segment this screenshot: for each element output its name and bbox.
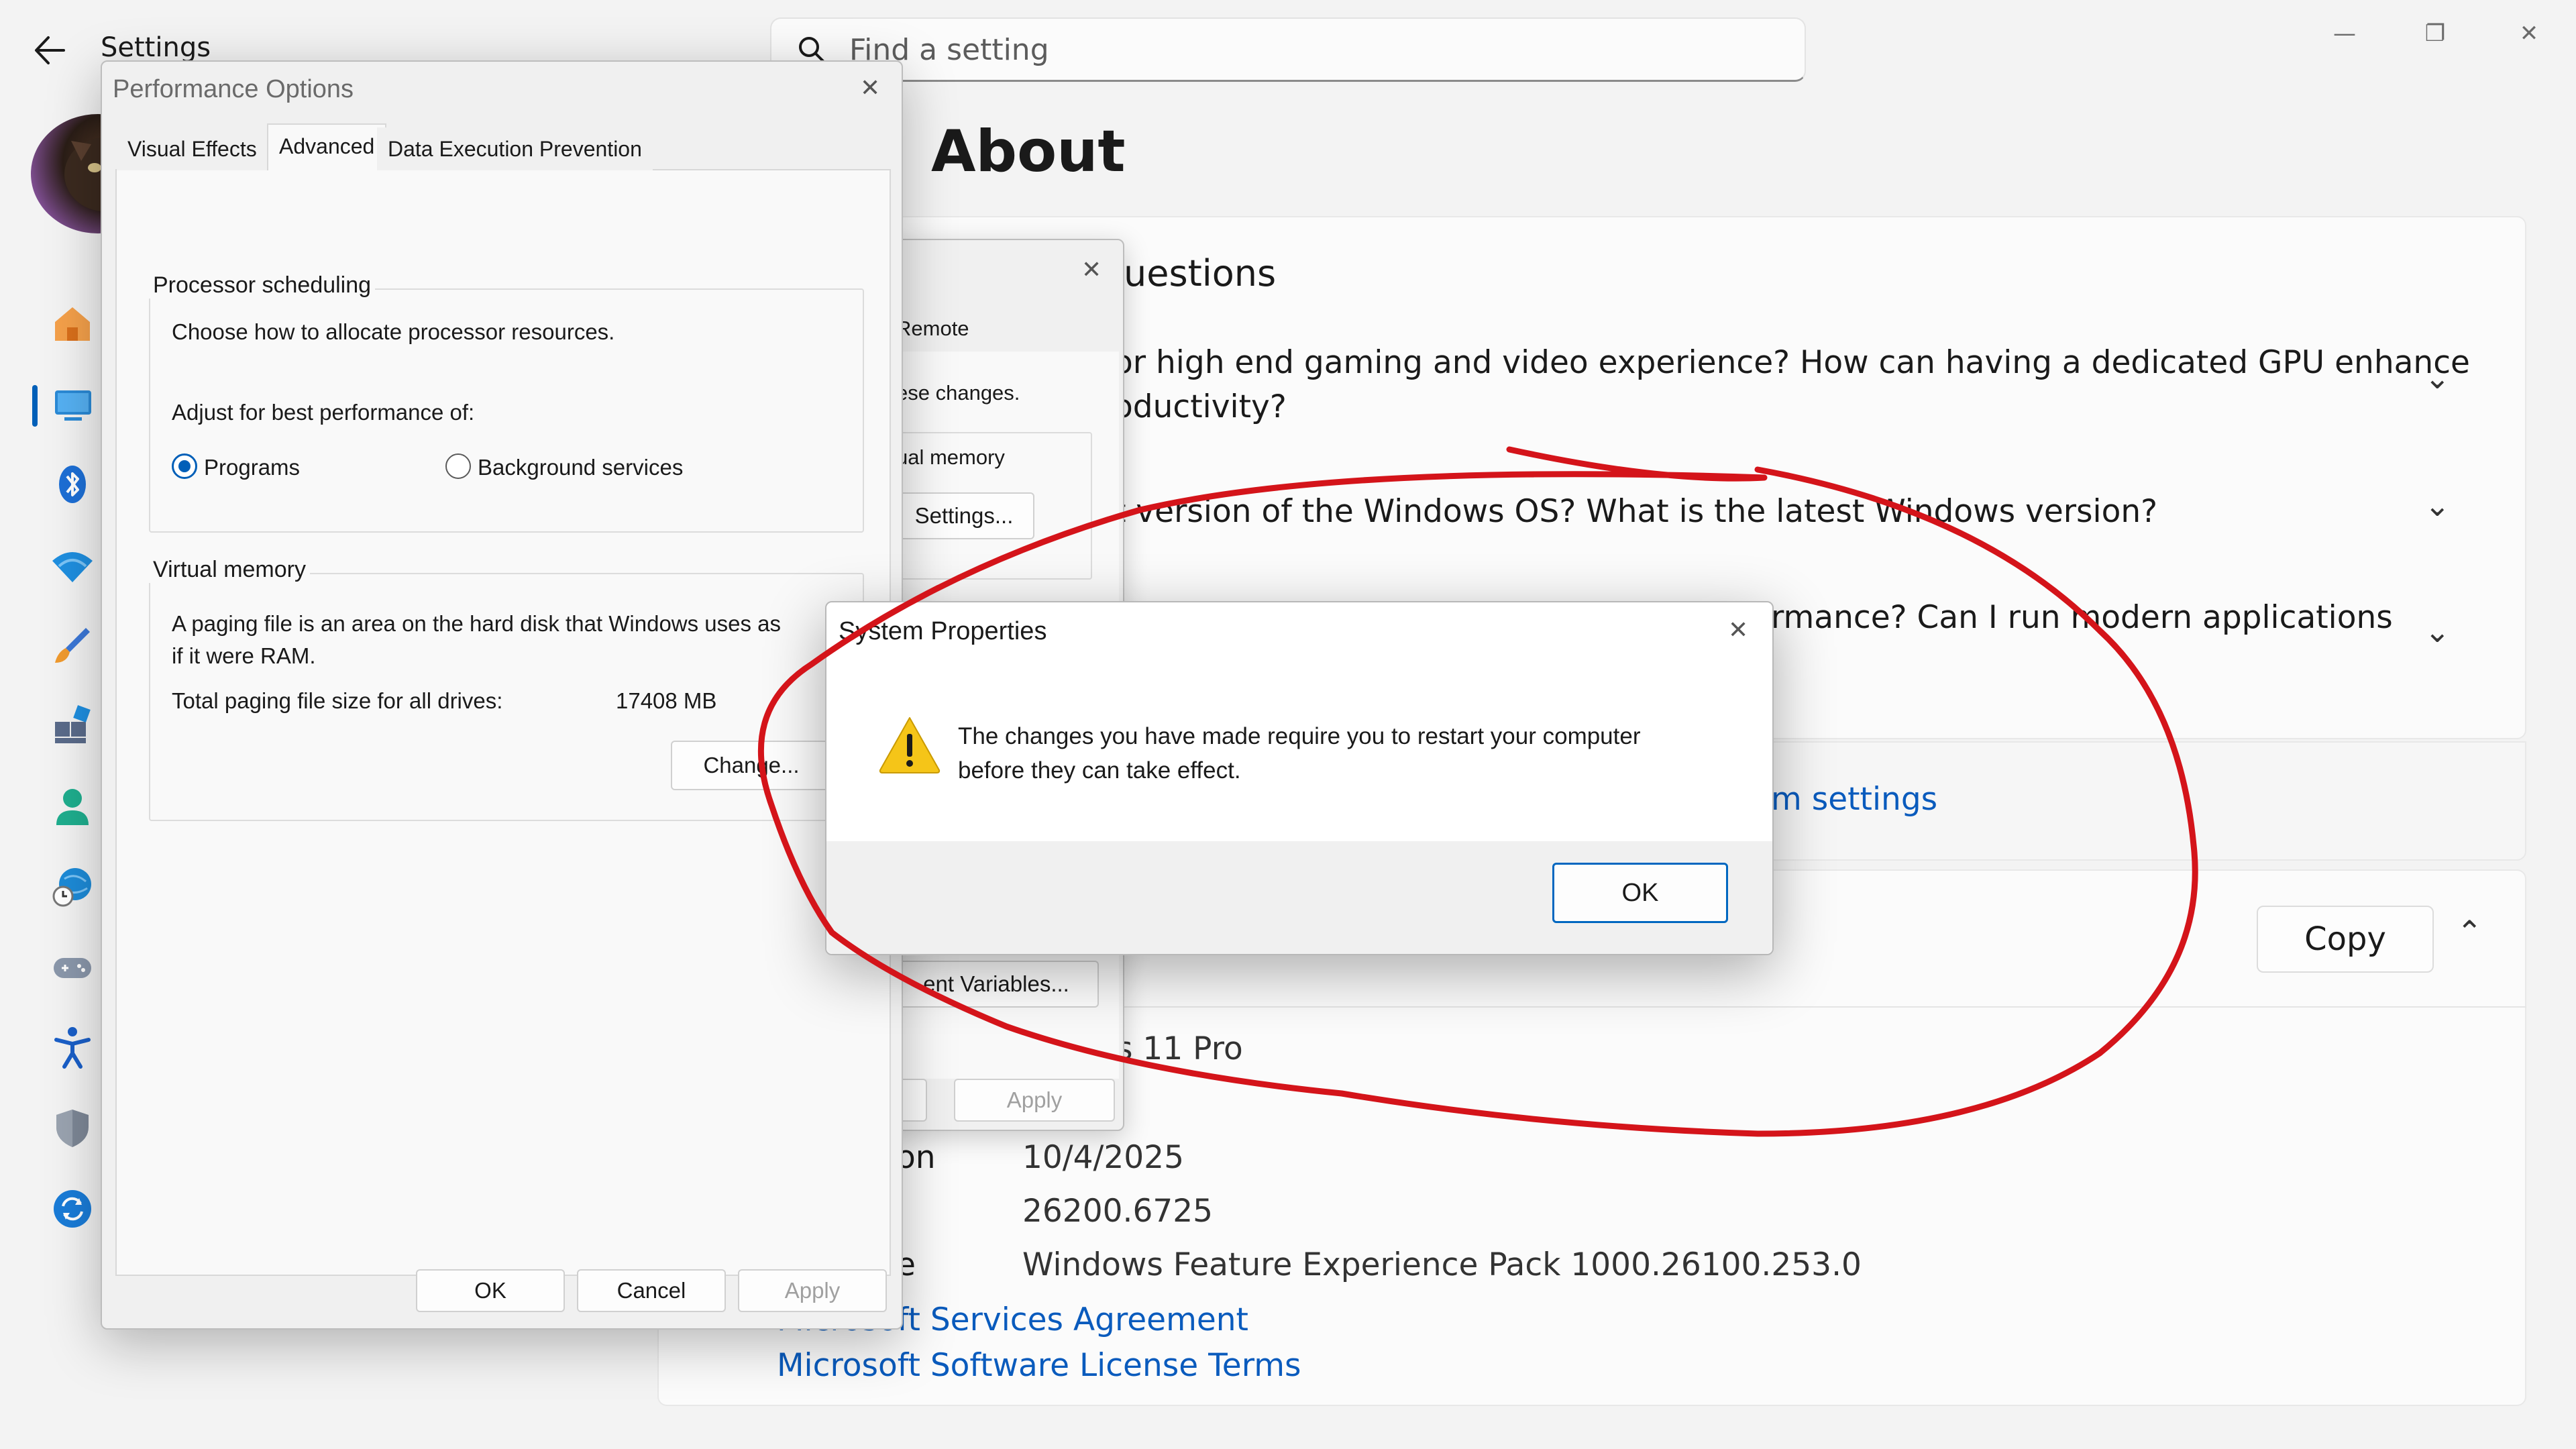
tab-data-execution-prevention[interactable]: Data Execution Prevention — [377, 127, 653, 170]
perf-close-icon[interactable]: ✕ — [860, 74, 880, 102]
close-window-button[interactable]: ✕ — [2499, 13, 2559, 54]
search-box[interactable] — [770, 17, 1806, 82]
perf-ok-button[interactable]: OK — [416, 1269, 565, 1312]
search-input[interactable] — [849, 31, 1775, 68]
sysprops-tab-strip: Remote — [894, 310, 1119, 352]
virtual-memory-title: Virtual memory — [149, 557, 310, 583]
faq-question-2[interactable]: t version of the Windows OS? What is the… — [1114, 490, 2157, 534]
background-services-radio-option[interactable]: Background services — [445, 451, 727, 484]
time-language-icon — [52, 868, 91, 907]
gaming-icon — [54, 958, 91, 978]
page-title: About — [931, 118, 1126, 185]
sysprops-close-icon[interactable]: ✕ — [1081, 256, 1102, 284]
alert-ok-button[interactable]: OK — [1552, 863, 1728, 923]
processor-scheduling-title: Processor scheduling — [149, 272, 376, 299]
programs-radio-label: Programs — [204, 455, 301, 480]
perf-tab-panel: Processor scheduling Choose how to alloc… — [115, 169, 891, 1276]
minimize-button[interactable]: — — [2314, 13, 2375, 54]
related-settings-link[interactable]: m settings — [1771, 781, 1937, 818]
windows-update-icon — [54, 1190, 91, 1228]
accessibility-icon — [54, 1027, 91, 1069]
warning-icon — [879, 717, 941, 773]
home-icon — [55, 307, 90, 341]
alert-title: System Properties — [839, 617, 1047, 645]
alert-close-icon[interactable]: ✕ — [1728, 616, 1748, 644]
perf-cancel-button[interactable]: Cancel — [577, 1269, 726, 1312]
perf-apply-button[interactable]: Apply — [738, 1269, 887, 1312]
sysprops-footer: Apply — [894, 1079, 1119, 1128]
back-button[interactable] — [27, 27, 74, 74]
tab-advanced[interactable]: Advanced — [267, 123, 387, 170]
restore-icon: ❐ — [2424, 20, 2446, 47]
spec-row-value: 10/4/2025 — [1022, 1139, 1184, 1176]
wifi-icon — [52, 552, 93, 582]
spec-row-value: 26200.6725 — [1022, 1193, 1214, 1230]
restart-required-dialog: System Properties ✕ The changes you have… — [825, 601, 1774, 955]
programs-radio-option[interactable]: Programs — [172, 451, 373, 484]
personalization-brush-icon — [55, 628, 90, 663]
background-services-radio[interactable] — [445, 453, 471, 479]
total-paging-label: Total paging file size for all drives: — [172, 688, 503, 713]
sysprops-apply-button[interactable]: Apply — [954, 1079, 1115, 1122]
copy-button[interactable]: Copy — [2257, 906, 2434, 973]
faq-question-1-line1: or high end gaming and video experience?… — [1114, 344, 2470, 381]
sysprops-group-label: ual memory — [896, 445, 1005, 469]
bluetooth-icon — [59, 466, 86, 503]
apps-icon — [55, 705, 91, 743]
sysprops-settings-button[interactable]: Settings... — [894, 492, 1034, 539]
background-services-radio-label: Background services — [478, 455, 684, 480]
environment-variables-button[interactable]: ent Variables... — [894, 961, 1099, 1008]
accounts-icon — [56, 789, 89, 825]
faq-question-1[interactable]: or high end gaming and video experience?… — [1114, 341, 2470, 429]
spec-edition-value: s 11 Pro — [1116, 1030, 1243, 1067]
processor-description: Choose how to allocate processor resourc… — [172, 319, 615, 344]
faq-question-1-chevron-down-icon[interactable]: ⌄ — [2424, 360, 2451, 396]
tab-remote[interactable]: Remote — [896, 317, 969, 341]
window-title: Settings — [101, 32, 211, 63]
system-icon — [55, 390, 91, 421]
arrow-left-icon — [35, 36, 65, 64]
license-terms-link[interactable]: Microsoft Software License Terms — [777, 1347, 1301, 1384]
close-icon: ✕ — [2519, 20, 2539, 47]
virtual-memory-description: A paging file is an area on the hard dis… — [172, 611, 782, 668]
sysprops-change-note: ese changes. — [896, 381, 1020, 405]
performance-options-dialog: Performance Options ✕ Processor scheduli… — [101, 60, 903, 1330]
faq-question-1-line2: oductivity? — [1114, 388, 1287, 425]
perf-tab-strip: Visual Effects Advanced Data Execution P… — [115, 123, 891, 170]
privacy-shield-icon — [56, 1110, 89, 1147]
minimize-icon: — — [2333, 20, 2356, 47]
faq-question-2-chevron-down-icon[interactable]: ⌄ — [2424, 487, 2451, 523]
faq-question-3-line1: rmance? Can I run modern applications — [1771, 599, 2393, 636]
spec-row-value: Windows Feature Experience Pack 1000.261… — [1022, 1246, 1862, 1283]
programs-radio[interactable] — [172, 453, 197, 479]
tab-visual-effects[interactable]: Visual Effects — [117, 127, 268, 170]
faq-question-3[interactable]: rmance? Can I run modern applications — [1771, 596, 2393, 640]
total-paging-value: 17408 MB — [616, 688, 717, 713]
adjust-performance-label: Adjust for best performance of: — [172, 400, 475, 425]
faq-header: uestions — [1124, 252, 1277, 294]
perf-dialog-title: Performance Options — [113, 75, 354, 103]
faq-question-3-chevron-down-icon[interactable]: ⌄ — [2424, 613, 2451, 649]
alert-message: The changes you have made require you to… — [958, 723, 1641, 784]
faq-question-2-line1: t version of the Windows OS? What is the… — [1114, 493, 2158, 530]
change-virtual-memory-button[interactable]: Change... — [671, 741, 832, 790]
restore-button[interactable]: ❐ — [2405, 13, 2465, 54]
chevron-up-icon[interactable]: ⌃ — [2457, 914, 2483, 950]
